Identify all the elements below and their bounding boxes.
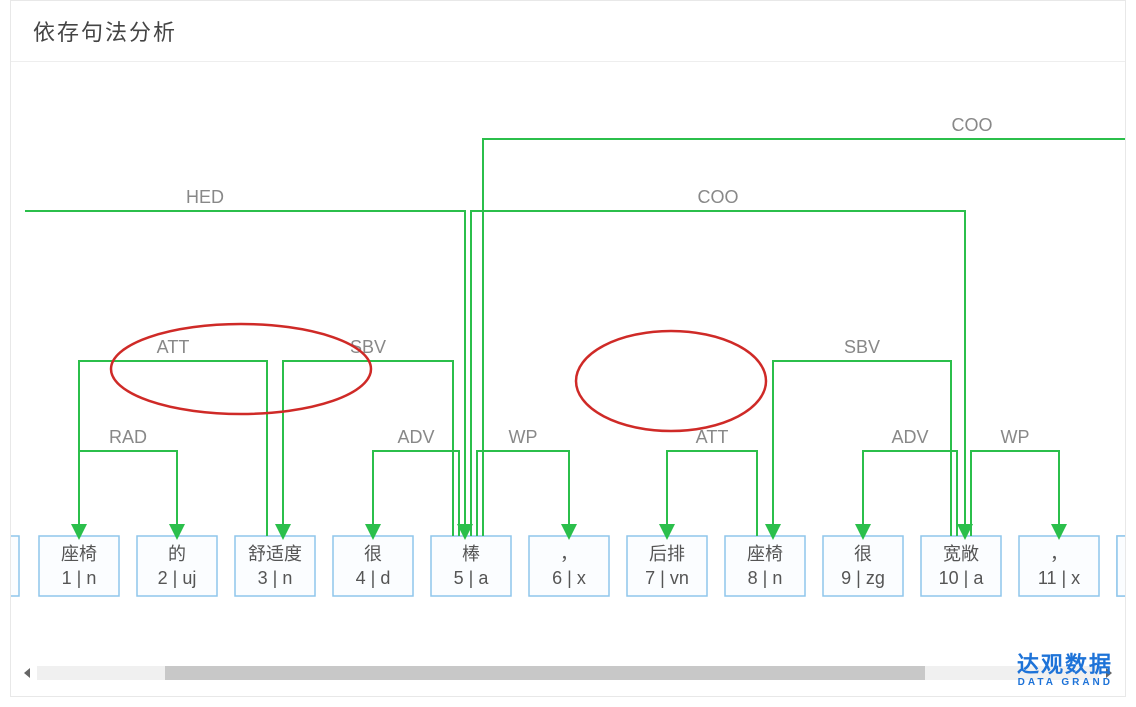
arc-label: ADV xyxy=(397,427,434,447)
dependency-panel: 依存句法分析 座椅 1 | n 的 2 | uj 舒适度 3 | n 很 4 | d 棒 5 | … xyxy=(10,0,1126,697)
token-word: 很 xyxy=(854,544,872,564)
dependency-arc xyxy=(25,211,465,532)
arc-label: ADV xyxy=(891,427,928,447)
arc-label: COO xyxy=(951,115,992,135)
token-tag: 8 | n xyxy=(748,568,783,588)
scrollbar-thumb[interactable] xyxy=(165,666,925,680)
token-tag: 11 | x xyxy=(1038,568,1080,588)
dependency-arc xyxy=(471,211,965,536)
token-tag: 2 | uj xyxy=(158,568,197,588)
brand-logo-en: DATA GRAND xyxy=(1017,676,1113,690)
token-word: 宽敞 xyxy=(943,544,979,564)
token-tag: 4 | d xyxy=(356,568,391,588)
brand-logo-cn: 达观数据 xyxy=(1017,654,1113,676)
dependency-svg: 座椅 1 | n 的 2 | uj 舒适度 3 | n 很 4 | d 棒 5 | a ， 6 | x… xyxy=(11,61,1125,641)
dependency-arc xyxy=(477,451,569,536)
token-word: 的 xyxy=(168,544,186,564)
token-word: 很 xyxy=(364,544,382,564)
scrollbar-track[interactable] xyxy=(37,666,1099,680)
dependency-arc xyxy=(283,361,453,536)
arc-label: ATT xyxy=(696,427,729,447)
token-word: 舒适度 xyxy=(248,544,302,564)
scroll-left-arrow-icon[interactable] xyxy=(21,666,35,680)
brand-logo: 达观数据 DATA GRAND xyxy=(1017,654,1113,690)
dependency-arc xyxy=(79,451,177,536)
page-title: 依存句法分析 xyxy=(11,1,1125,62)
token-tag: 7 | vn xyxy=(645,568,689,588)
arc-label: WP xyxy=(509,427,538,447)
token-box-stub xyxy=(11,536,19,596)
token-tag: 9 | zg xyxy=(841,568,885,588)
token-tag: 5 | a xyxy=(454,568,490,588)
arc-label: SBV xyxy=(844,337,880,357)
dependency-arc xyxy=(373,451,459,536)
token-word: 后排 xyxy=(649,544,685,564)
token-word: 棒 xyxy=(462,544,480,564)
annotation-ellipse xyxy=(576,331,766,431)
token-box xyxy=(1117,536,1125,596)
token-tag: 1 | n xyxy=(62,568,97,588)
arc-label: HED xyxy=(186,187,224,207)
arc-label: COO xyxy=(697,187,738,207)
dependency-arc xyxy=(667,451,757,536)
dependency-arc xyxy=(863,451,957,536)
token-tag: 6 | x xyxy=(552,568,586,588)
dependency-arc xyxy=(971,451,1059,536)
arc-label: WP xyxy=(1001,427,1030,447)
horizontal-scrollbar[interactable] xyxy=(21,666,1115,680)
dependency-arc xyxy=(79,361,267,536)
token-word: ， xyxy=(560,544,578,564)
arc-label: RAD xyxy=(109,427,147,447)
token-tag: 3 | n xyxy=(258,568,293,588)
token-word: ， xyxy=(1050,544,1068,564)
arc-label: ATT xyxy=(157,337,190,357)
token-word: 座椅 xyxy=(61,544,97,564)
dependency-arc xyxy=(483,139,1125,536)
token-tag: 10 | a xyxy=(939,568,985,588)
token-word: 座椅 xyxy=(747,544,783,564)
annotation-ellipse xyxy=(111,324,371,414)
diagram-canvas: 座椅 1 | n 的 2 | uj 舒适度 3 | n 很 4 | d 棒 5 | a ， 6 | x… xyxy=(11,61,1125,656)
